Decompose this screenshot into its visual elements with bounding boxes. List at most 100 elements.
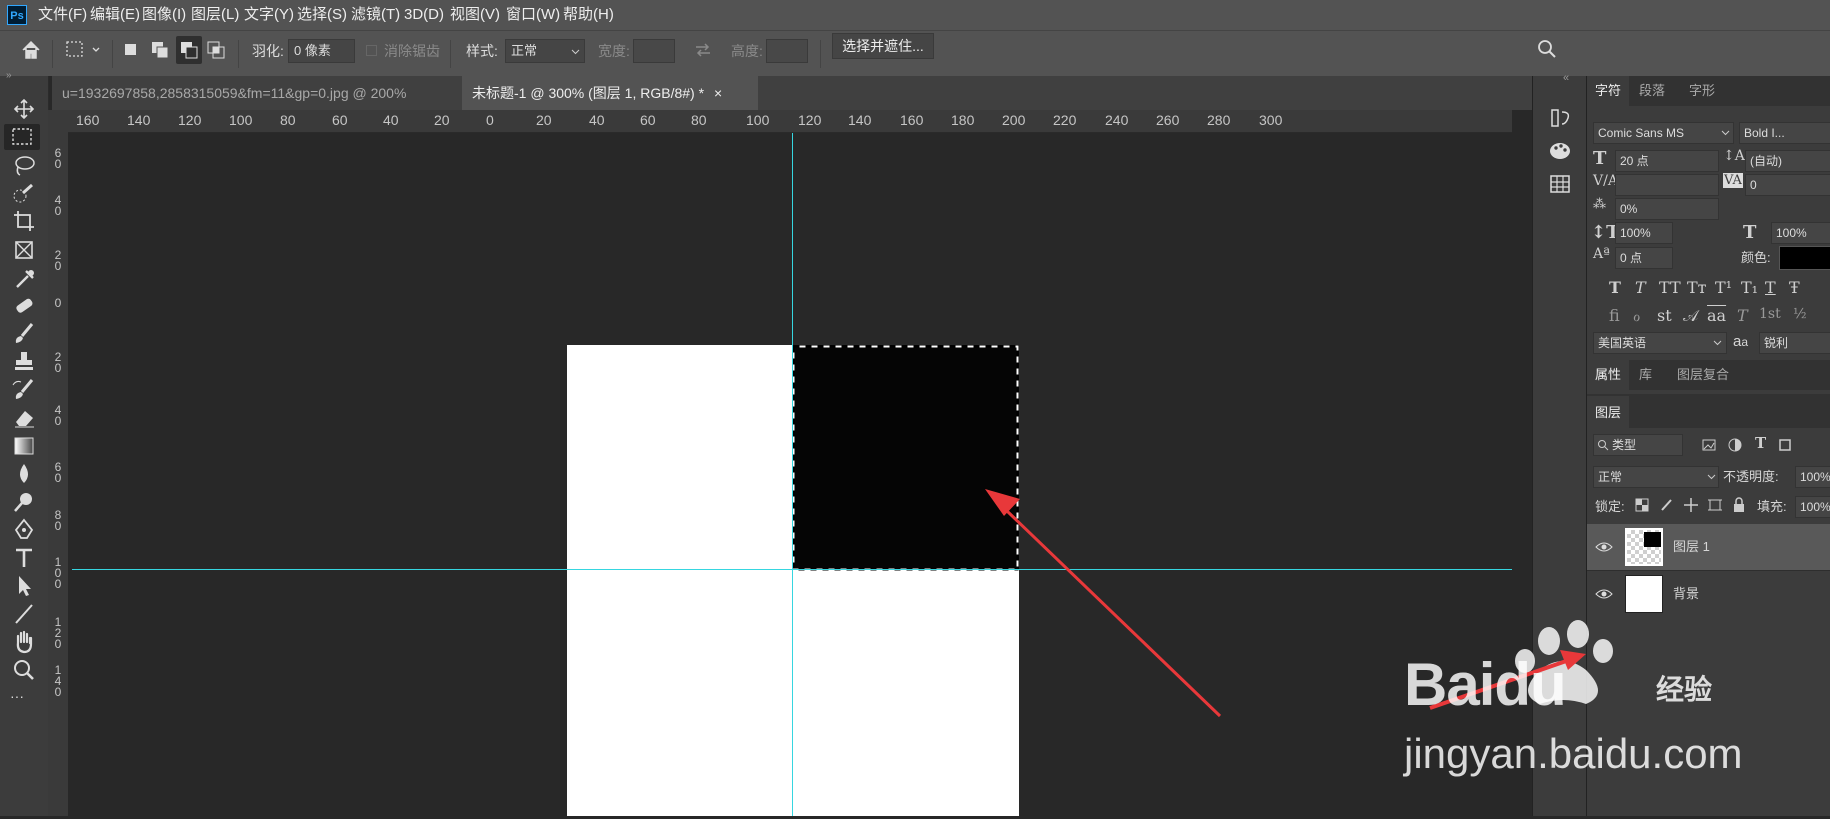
antialias-select[interactable]: 锐利 bbox=[1759, 332, 1830, 354]
document-canvas[interactable] bbox=[72, 133, 1512, 816]
swash-icon[interactable]: 𝒜 bbox=[1683, 306, 1698, 326]
titling-alt-icon[interactable]: T bbox=[1737, 306, 1748, 325]
hand-tool-icon[interactable] bbox=[8, 629, 40, 655]
select-and-mask-button[interactable]: 选择并遮住... bbox=[832, 33, 934, 59]
marquee-tool-button[interactable] bbox=[4, 124, 40, 150]
search-icon[interactable] bbox=[1536, 38, 1558, 60]
marquee-preset-icon[interactable] bbox=[64, 39, 104, 61]
eraser-tool-icon[interactable] bbox=[8, 405, 40, 431]
pen-tool-icon[interactable] bbox=[8, 517, 40, 543]
collapse-toolbox-icon[interactable]: » bbox=[6, 70, 12, 81]
type-tool-icon[interactable] bbox=[8, 545, 40, 571]
feather-input[interactable]: 0 像素 bbox=[288, 39, 355, 63]
font-style-select[interactable]: Bold I... bbox=[1739, 122, 1830, 144]
frame-tool-icon[interactable] bbox=[8, 237, 40, 263]
ordinals-icon[interactable]: 1st bbox=[1759, 306, 1781, 322]
contextual-alt-icon[interactable]: ℴ bbox=[1633, 306, 1640, 325]
layer-row-background[interactable]: 背景 bbox=[1587, 570, 1830, 617]
vertical-scale-input[interactable]: 100% bbox=[1615, 222, 1673, 244]
small-caps-icon[interactable]: Tт bbox=[1687, 278, 1707, 297]
opacity-input[interactable]: 100% bbox=[1795, 466, 1830, 488]
crop-tool-icon[interactable] bbox=[8, 209, 40, 235]
color-palette-icon[interactable] bbox=[1548, 139, 1572, 163]
menu-window[interactable]: 窗口(W) bbox=[506, 0, 560, 30]
eye-visibility-icon[interactable] bbox=[1595, 540, 1613, 554]
menu-type[interactable]: 文字(Y) bbox=[244, 0, 294, 30]
new-selection-icon[interactable] bbox=[122, 41, 140, 59]
clone-stamp-tool-icon[interactable] bbox=[8, 349, 40, 375]
subtract-selection-button[interactable] bbox=[176, 36, 202, 64]
lasso-tool-icon[interactable] bbox=[8, 153, 40, 179]
lock-all-icon[interactable] bbox=[1731, 497, 1747, 513]
underline-icon[interactable]: T bbox=[1765, 278, 1776, 297]
baseline-shift-input[interactable]: 0 点 bbox=[1615, 247, 1673, 269]
tab-properties[interactable]: 属性 bbox=[1587, 360, 1630, 390]
menu-select[interactable]: 选择(S) bbox=[297, 0, 347, 30]
width-input[interactable] bbox=[633, 39, 675, 63]
tsume-select[interactable]: 0% bbox=[1615, 198, 1719, 220]
home-icon[interactable] bbox=[20, 39, 42, 61]
faux-italic-icon[interactable]: T bbox=[1635, 278, 1646, 297]
blend-mode-select[interactable]: 正常 bbox=[1593, 466, 1719, 488]
tab-close-icon[interactable]: × bbox=[714, 85, 722, 101]
language-select[interactable]: 美国英语 bbox=[1593, 332, 1727, 354]
tab-document-1[interactable]: u=1932697858,2858315059&fm=11&gp=0.jpg @… bbox=[52, 76, 462, 135]
zoom-tool-icon[interactable] bbox=[8, 657, 40, 683]
menu-edit[interactable]: 编辑(E) bbox=[90, 0, 140, 30]
lock-position-icon[interactable] bbox=[1683, 497, 1699, 513]
menu-3d[interactable]: 3D(D) bbox=[404, 0, 444, 30]
pixel-layer-filter-icon[interactable] bbox=[1701, 437, 1717, 453]
tab-document-2[interactable]: 未标题-1 @ 300% (图层 1, RGB/8#) * × bbox=[462, 76, 758, 110]
gradient-tool-icon[interactable] bbox=[8, 433, 40, 459]
history-panel-icon[interactable] bbox=[1548, 106, 1572, 130]
all-caps-icon[interactable]: TT bbox=[1659, 278, 1681, 297]
swap-dimensions-icon[interactable] bbox=[693, 40, 713, 60]
lock-transparent-icon[interactable] bbox=[1635, 498, 1649, 512]
faux-bold-icon[interactable]: T bbox=[1609, 278, 1621, 297]
intersect-selection-icon[interactable] bbox=[205, 39, 227, 61]
tab-paragraph[interactable]: 段落 bbox=[1631, 76, 1673, 106]
collapse-panels-icon[interactable]: « bbox=[1563, 72, 1569, 84]
font-size-select[interactable]: 20 点 bbox=[1615, 150, 1719, 172]
tab-layer-comps[interactable]: 图层复合 bbox=[1669, 360, 1737, 390]
menu-view[interactable]: 视图(V) bbox=[450, 0, 500, 30]
line-tool-icon[interactable] bbox=[8, 601, 40, 627]
add-to-selection-icon[interactable] bbox=[149, 39, 171, 61]
style-select[interactable]: 正常 bbox=[505, 39, 585, 63]
adjustment-layer-filter-icon[interactable] bbox=[1727, 437, 1743, 453]
fill-input[interactable]: 100% bbox=[1795, 496, 1830, 518]
blur-tool-icon[interactable] bbox=[8, 461, 40, 487]
healing-brush-tool-icon[interactable] bbox=[8, 293, 40, 319]
tab-character[interactable]: 字符 bbox=[1587, 76, 1630, 106]
more-tools-icon[interactable]: ··· bbox=[10, 688, 24, 704]
height-input[interactable] bbox=[766, 39, 808, 63]
shape-layer-filter-icon[interactable] bbox=[1777, 437, 1793, 453]
ligature-icon[interactable]: ﬁ bbox=[1609, 306, 1620, 325]
move-tool-icon[interactable] bbox=[8, 96, 40, 122]
lock-artboard-icon[interactable] bbox=[1707, 497, 1723, 513]
tracking-select[interactable]: 0 bbox=[1745, 174, 1830, 196]
swatches-grid-icon[interactable] bbox=[1548, 172, 1572, 196]
lock-image-pixels-icon[interactable] bbox=[1659, 497, 1675, 513]
kerning-select[interactable] bbox=[1615, 174, 1719, 196]
tab-layers[interactable]: 图层 bbox=[1587, 396, 1630, 430]
brush-tool-icon[interactable] bbox=[8, 321, 40, 347]
text-color-swatch[interactable] bbox=[1779, 246, 1830, 270]
dodge-tool-icon[interactable] bbox=[8, 489, 40, 515]
font-family-select[interactable]: Comic Sans MS bbox=[1593, 122, 1734, 144]
strikethrough-icon[interactable]: Ŧ bbox=[1789, 278, 1800, 297]
horizontal-scale-input[interactable]: 100% bbox=[1771, 222, 1830, 244]
quick-selection-tool-icon[interactable] bbox=[8, 181, 40, 207]
menu-layer[interactable]: 图层(L) bbox=[191, 0, 239, 30]
superscript-icon[interactable]: T¹ bbox=[1715, 278, 1732, 297]
menu-file[interactable]: 文件(F) bbox=[38, 0, 87, 30]
leading-select[interactable]: (自动) bbox=[1745, 150, 1830, 172]
layer-row-layer-1[interactable]: 图层 1 bbox=[1587, 524, 1830, 570]
fractions-icon[interactable]: ½ bbox=[1793, 306, 1807, 322]
history-brush-tool-icon[interactable] bbox=[8, 377, 40, 403]
tab-libraries[interactable]: 库 bbox=[1631, 360, 1660, 390]
antialias-checkbox[interactable] bbox=[366, 45, 377, 56]
path-selection-tool-icon[interactable] bbox=[8, 573, 40, 599]
discretionary-ligature-icon[interactable]: st bbox=[1657, 306, 1672, 325]
eye-visibility-icon[interactable] bbox=[1595, 587, 1613, 601]
